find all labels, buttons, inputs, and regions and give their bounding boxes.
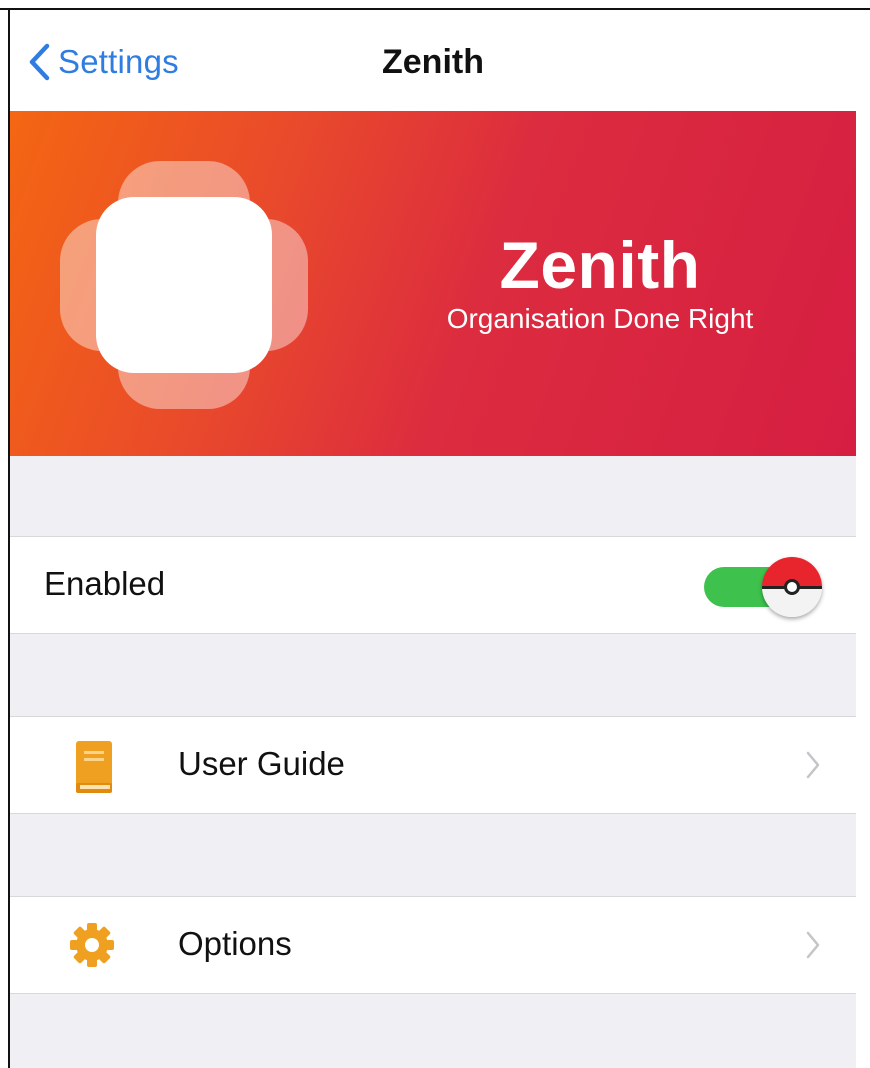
user-guide-label: User Guide <box>178 745 345 782</box>
settings-screen: Settings Zenith Zenith Organisation Done… <box>10 10 856 1068</box>
gear-icon <box>70 923 114 967</box>
enabled-label: Enabled <box>44 565 166 602</box>
page-title: Zenith <box>382 43 484 81</box>
enabled-row: Enabled <box>10 536 856 634</box>
pokeball-toggle-knob-icon <box>762 557 822 617</box>
book-icon <box>76 741 112 793</box>
tweak-header-banner: Zenith Organisation Done Right <box>10 111 856 456</box>
chevron-right-icon <box>806 751 820 779</box>
pokeball-center <box>784 579 800 595</box>
logo-center-shape <box>96 197 272 373</box>
options-row[interactable]: Options <box>10 896 856 994</box>
zenith-logo <box>60 161 308 409</box>
chevron-right-icon <box>806 931 820 959</box>
enabled-toggle[interactable] <box>704 557 822 617</box>
navigation-bar: Settings Zenith <box>10 10 856 111</box>
options-label: Options <box>178 925 292 962</box>
user-guide-row[interactable]: User Guide <box>10 716 856 814</box>
banner-title: Zenith <box>499 228 701 302</box>
banner-tagline: Organisation Done Right <box>446 303 754 334</box>
